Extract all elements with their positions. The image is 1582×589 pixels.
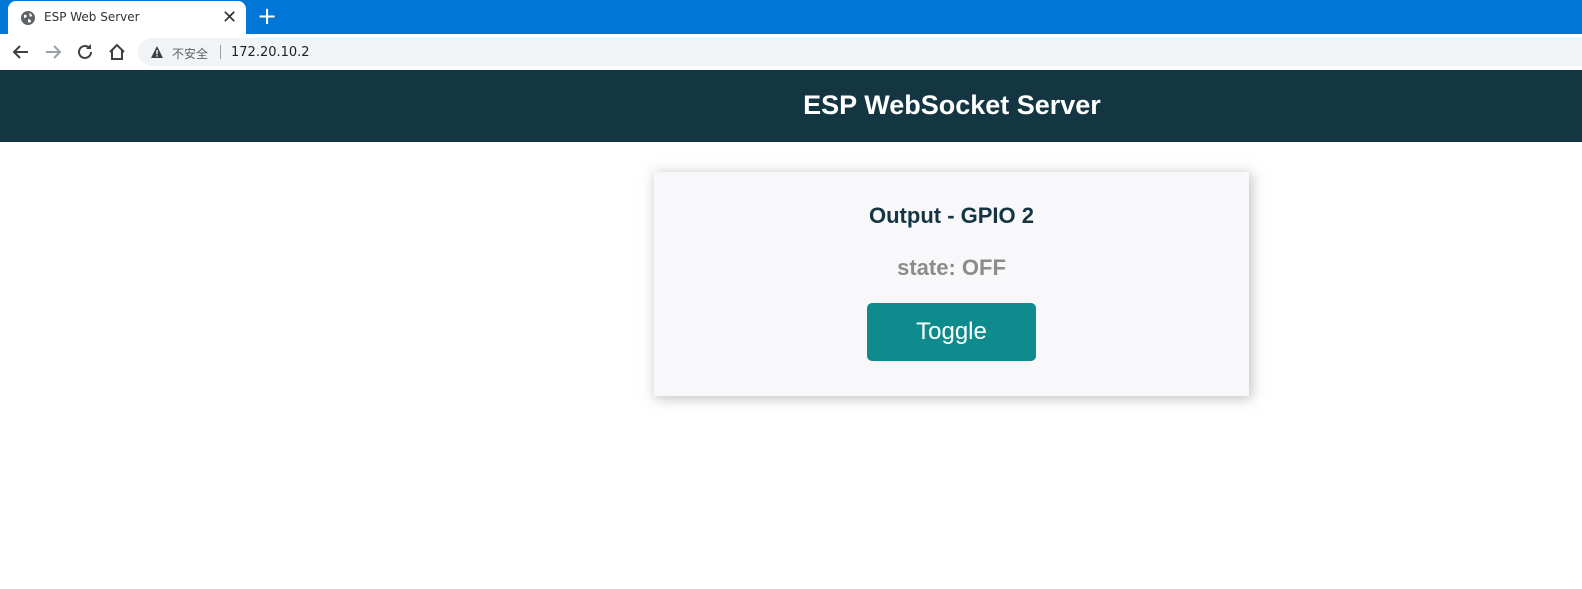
gpio-state: state: OFF <box>897 255 1006 280</box>
home-button[interactable] <box>106 41 128 63</box>
browser-tab-strip: ESP Web Server ✕ + <box>0 0 1582 34</box>
card-title: Output - GPIO 2 <box>869 203 1034 228</box>
arrow-right-icon <box>46 45 62 59</box>
browser-toolbar: 不安全 172.20.10.2 <box>0 34 1582 70</box>
home-icon <box>109 43 125 60</box>
toggle-button[interactable]: Toggle <box>867 303 1036 361</box>
reload-button[interactable] <box>74 41 96 63</box>
warning-icon[interactable] <box>150 45 164 59</box>
reload-icon <box>78 44 92 59</box>
gpio-card: Output - GPIO 2 state: OFF Toggle <box>654 172 1249 396</box>
globe-icon <box>20 10 36 26</box>
page-header: ESP WebSocket Server <box>0 70 1582 142</box>
new-tab-button[interactable]: + <box>257 3 277 29</box>
arrow-left-icon <box>12 45 28 59</box>
web-page: ESP WebSocket Server Output - GPIO 2 sta… <box>0 70 1582 589</box>
forward-button[interactable] <box>42 41 64 63</box>
tab-title: ESP Web Server <box>44 10 140 24</box>
page-title: ESP WebSocket Server <box>803 90 1101 120</box>
browser-tab[interactable]: ESP Web Server ✕ <box>8 1 246 34</box>
omnibox-divider <box>220 45 221 59</box>
url-text[interactable]: 172.20.10.2 <box>231 45 310 60</box>
address-bar[interactable]: 不安全 172.20.10.2 <box>138 38 1582 66</box>
close-icon[interactable]: ✕ <box>222 7 237 27</box>
security-label[interactable]: 不安全 <box>172 45 208 62</box>
back-button[interactable] <box>10 41 32 63</box>
